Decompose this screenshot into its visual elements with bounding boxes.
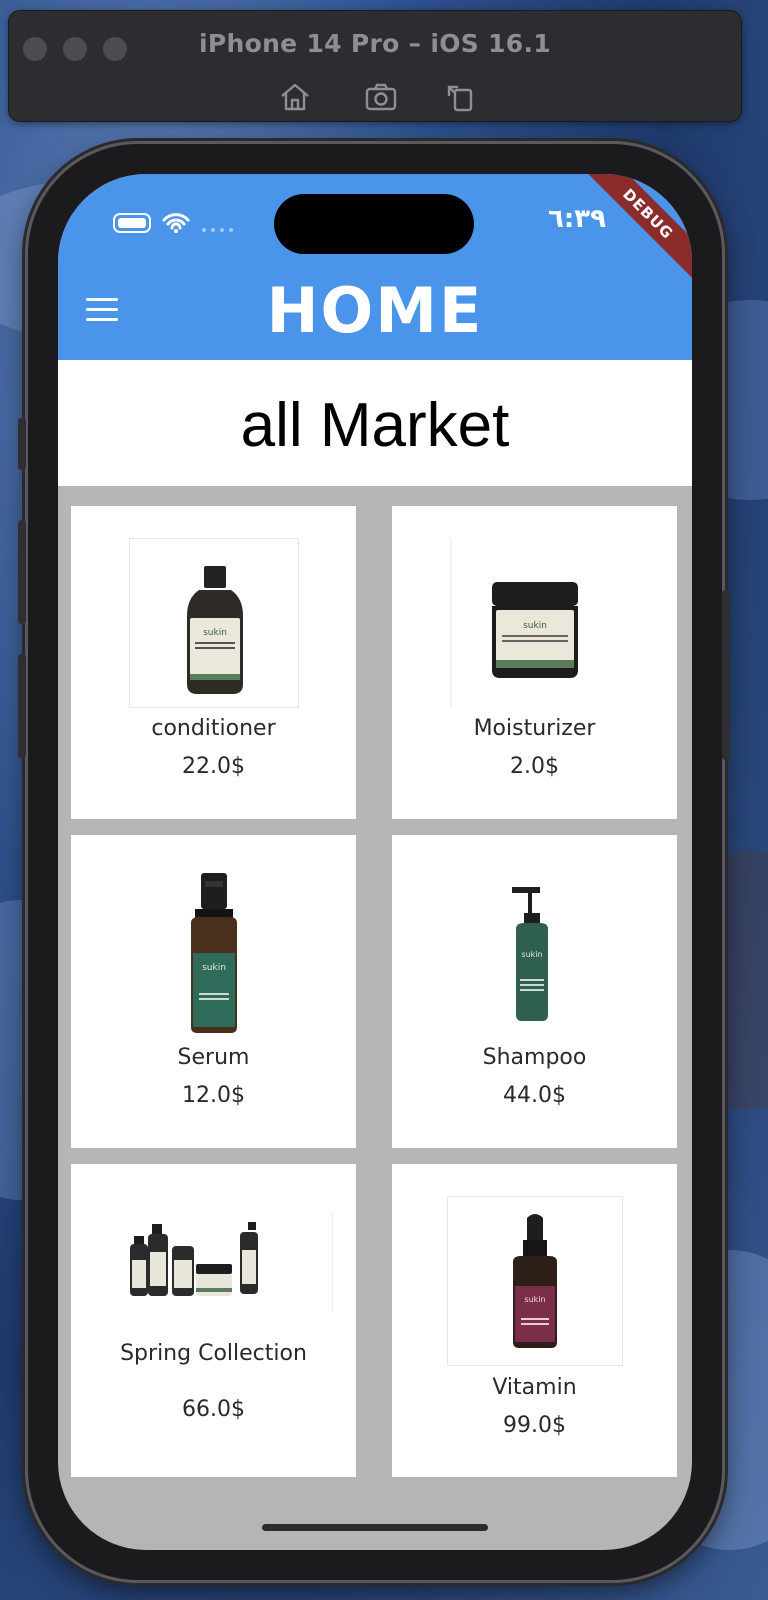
simulator-title: iPhone 14 Pro – iOS 16.1: [199, 29, 551, 58]
product-card[interactable]: sukin conditioner 22.0$: [71, 506, 356, 819]
volume-down-button: [18, 654, 26, 758]
screenshot-icon[interactable]: [363, 79, 399, 115]
svg-text:sukin: sukin: [203, 628, 227, 638]
simulator-toolbar: iPhone 14 Pro – iOS 16.1: [8, 10, 742, 122]
product-price: 12.0$: [182, 1083, 245, 1108]
rotate-icon[interactable]: [443, 79, 479, 115]
headline: all Market: [240, 391, 510, 460]
product-card[interactable]: Spring Collection 66.0$: [71, 1164, 356, 1477]
status-time: ٦:٣٩: [547, 204, 606, 234]
status-icons: [113, 213, 233, 233]
volume-up-button: [18, 520, 26, 624]
spring-collection-image: [129, 1212, 333, 1312]
mute-switch: [18, 418, 26, 470]
product-card[interactable]: sukin Moisturizer 2.0$: [392, 506, 677, 819]
product-name: Shampoo: [482, 1045, 587, 1070]
product-name: Vitamin: [492, 1375, 577, 1400]
home-icon[interactable]: [277, 79, 313, 115]
product-card[interactable]: sukin Shampoo 44.0$: [392, 835, 677, 1148]
power-button: [722, 590, 730, 760]
product-card[interactable]: sukin Vitamin 99.0$: [392, 1164, 677, 1477]
product-name: Serum: [177, 1045, 250, 1070]
svg-text:sukin: sukin: [523, 621, 547, 631]
product-price: 99.0$: [503, 1413, 566, 1438]
product-price: 66.0$: [182, 1397, 245, 1422]
product-name: Moisturizer: [473, 716, 596, 741]
product-price: 22.0$: [182, 754, 245, 779]
vitamin-dropper-image: sukin: [446, 1196, 623, 1366]
serum-bottle-image: sukin: [190, 873, 237, 1033]
shampoo-pump-image: sukin: [511, 887, 548, 1021]
dynamic-island: [274, 194, 474, 254]
svg-text:sukin: sukin: [524, 1295, 545, 1304]
product-price: 2.0$: [510, 754, 559, 779]
home-indicator[interactable]: [262, 1524, 488, 1531]
page-title: HOME: [266, 274, 484, 347]
svg-text:sukin: sukin: [202, 963, 226, 973]
product-name: Spring Collection: [120, 1341, 307, 1366]
headline-section: all Market: [58, 360, 692, 486]
product-price: 44.0$: [503, 1083, 566, 1108]
phone-screen: ٦:٣٩ DEBUG HOME all Market sukin conditi…: [58, 174, 692, 1550]
moisturizer-jar-image: sukin: [450, 538, 578, 708]
svg-text:sukin: sukin: [521, 950, 542, 959]
conditioner-bottle-image: sukin: [128, 538, 299, 708]
app-bar: ٦:٣٩ DEBUG HOME: [58, 174, 692, 360]
product-card[interactable]: sukin Serum 12.0$: [71, 835, 356, 1148]
product-name: conditioner: [151, 716, 276, 741]
